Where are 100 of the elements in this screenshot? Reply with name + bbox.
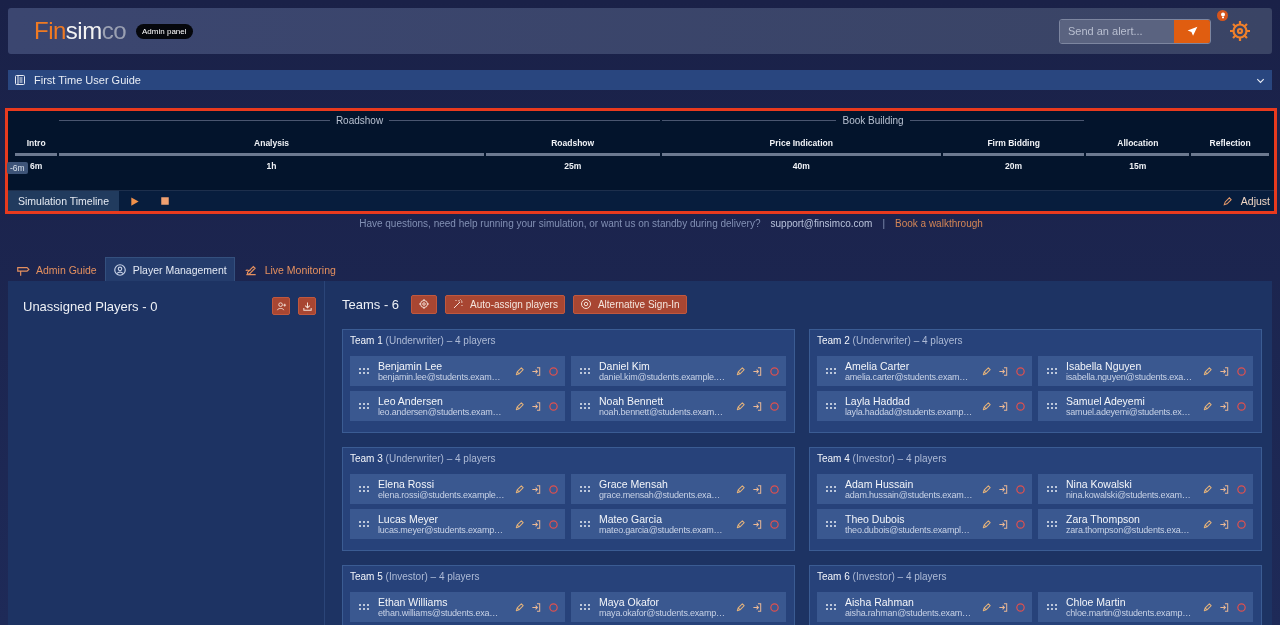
pencil-icon[interactable]	[981, 483, 992, 495]
drag-handle-icon[interactable]	[825, 518, 837, 530]
drag-handle-icon[interactable]	[1046, 601, 1058, 613]
sign-in-icon[interactable]	[1219, 483, 1230, 495]
logo[interactable]: Finsimco	[34, 17, 127, 45]
sign-in-icon[interactable]	[531, 518, 542, 530]
drag-handle-icon[interactable]	[1046, 483, 1058, 495]
player-card[interactable]: Noah Bennett noah.bennett@students.exam…	[571, 391, 786, 421]
sign-in-icon[interactable]	[752, 601, 763, 613]
drag-handle-icon[interactable]	[358, 365, 370, 377]
pencil-icon[interactable]	[514, 365, 525, 377]
pencil-icon[interactable]	[735, 483, 746, 495]
player-card[interactable]: Maya Okafor maya.okafor@students.examp…	[571, 592, 786, 622]
drag-handle-icon[interactable]	[579, 483, 591, 495]
pencil-icon[interactable]	[1202, 518, 1213, 530]
player-card[interactable]: Mateo Garcia mateo.garcia@students.exam…	[571, 509, 786, 539]
stop-button[interactable]	[160, 196, 171, 206]
pencil-icon[interactable]	[514, 601, 525, 613]
support-email[interactable]: support@finsimco.com	[770, 218, 873, 230]
pencil-icon[interactable]	[514, 400, 525, 412]
sign-in-icon[interactable]	[531, 400, 542, 412]
team-settings-button[interactable]	[411, 294, 438, 314]
add-player-button[interactable]	[272, 297, 290, 315]
sign-in-icon[interactable]	[1219, 365, 1230, 377]
player-card[interactable]: Daniel Kim daniel.kim@students.example.…	[571, 356, 786, 386]
drag-handle-icon[interactable]	[1046, 400, 1058, 412]
pencil-icon[interactable]	[735, 601, 746, 613]
drag-handle-icon[interactable]	[825, 365, 837, 377]
player-card[interactable]: Leo Andersen leo.andersen@students.exam…	[350, 391, 565, 421]
drag-handle-icon[interactable]	[579, 365, 591, 377]
player-card[interactable]: Amelia Carter amelia.carter@students.exam…	[817, 356, 1032, 386]
sign-in-icon[interactable]	[1219, 518, 1230, 530]
player-card[interactable]: Chloe Martin chloe.martin@students.examp…	[1038, 592, 1253, 622]
drag-handle-icon[interactable]	[1046, 365, 1058, 377]
pencil-icon[interactable]	[735, 518, 746, 530]
sign-in-icon[interactable]	[752, 365, 763, 377]
sign-in-icon[interactable]	[1219, 400, 1230, 412]
pencil-icon[interactable]	[981, 518, 992, 530]
sign-in-icon[interactable]	[531, 365, 542, 377]
sign-in-icon[interactable]	[998, 601, 1009, 613]
sign-in-icon[interactable]	[752, 400, 763, 412]
drag-handle-icon[interactable]	[825, 483, 837, 495]
pencil-icon[interactable]	[735, 365, 746, 377]
player-card[interactable]: Elena Rossi elena.rossi@students.example…	[350, 474, 565, 504]
user-guide-bar[interactable]: First Time User Guide	[8, 70, 1272, 90]
adjust-button[interactable]: Adjust	[1221, 195, 1274, 207]
player-card[interactable]: Nina Kowalski nina.kowalski@students.exam…	[1038, 474, 1253, 504]
drag-handle-icon[interactable]	[358, 601, 370, 613]
drag-handle-icon[interactable]	[358, 483, 370, 495]
player-card[interactable]: Grace Mensah grace.mensah@students.exa…	[571, 474, 786, 504]
drag-handle-icon[interactable]	[358, 518, 370, 530]
drag-handle-icon[interactable]	[579, 601, 591, 613]
player-card[interactable]: Aisha Rahman aisha.rahman@students.exam…	[817, 592, 1032, 622]
pencil-icon[interactable]	[981, 365, 992, 377]
drag-handle-icon[interactable]	[579, 400, 591, 412]
sign-in-icon[interactable]	[998, 365, 1009, 377]
drag-handle-icon[interactable]	[358, 400, 370, 412]
pencil-icon[interactable]	[1202, 365, 1213, 377]
sign-in-icon[interactable]	[752, 483, 763, 495]
play-button[interactable]	[129, 195, 141, 207]
pencil-icon[interactable]	[1202, 483, 1213, 495]
sign-in-button[interactable]: Alternative Sign-In	[572, 294, 687, 314]
player-card[interactable]: Isabella Nguyen isabella.nguyen@students.exa…	[1038, 356, 1253, 386]
player-card[interactable]: Zara Thompson zara.thompson@students.exa…	[1038, 509, 1253, 539]
pencil-icon[interactable]	[981, 400, 992, 412]
sign-in-icon[interactable]	[752, 518, 763, 530]
auto-assign-button[interactable]: Auto-assign players	[445, 294, 565, 314]
tab[interactable]: Player Management	[104, 257, 235, 281]
sign-in-icon[interactable]	[1219, 601, 1230, 613]
download-button[interactable]	[298, 297, 316, 315]
pencil-icon[interactable]	[1202, 400, 1213, 412]
player-card[interactable]: Layla Haddad layla.haddad@students.examp…	[817, 391, 1032, 421]
player-email: daniel.kim@students.example.…	[599, 371, 726, 383]
pencil-icon[interactable]	[735, 400, 746, 412]
pencil-icon[interactable]	[514, 518, 525, 530]
tab[interactable]: Admin Guide	[8, 257, 105, 281]
sign-in-icon[interactable]	[998, 400, 1009, 412]
player-card[interactable]: Ethan Williams ethan.williams@students.exa…	[350, 592, 565, 622]
sign-in-icon[interactable]	[998, 483, 1009, 495]
drag-handle-icon[interactable]	[825, 601, 837, 613]
walkthrough-link[interactable]: Book a walkthrough	[895, 218, 983, 230]
player-card[interactable]: Adam Hussain adam.hussain@students.exam…	[817, 474, 1032, 504]
alert-field[interactable]: Send an alert...	[1059, 18, 1211, 44]
drag-handle-icon[interactable]	[579, 518, 591, 530]
player-card[interactable]: Benjamin Lee benjamin.lee@students.exam…	[350, 356, 565, 386]
sign-in-icon[interactable]	[531, 483, 542, 495]
pencil-icon[interactable]	[514, 483, 525, 495]
sign-in-icon[interactable]	[531, 601, 542, 613]
drag-handle-icon[interactable]	[825, 400, 837, 412]
pencil-icon[interactable]	[1202, 601, 1213, 613]
settings-icon[interactable]	[1228, 19, 1252, 43]
player-card[interactable]: Lucas Meyer lucas.meyer@students.examp…	[350, 509, 565, 539]
player-card[interactable]: Samuel Adeyemi samuel.adeyemi@students.ex…	[1038, 391, 1253, 421]
drag-handle-icon[interactable]	[1046, 518, 1058, 530]
tab[interactable]: Live Monitoring	[234, 257, 344, 281]
send-button[interactable]	[1174, 19, 1210, 43]
sign-in-icon[interactable]	[998, 518, 1009, 530]
pencil-icon[interactable]	[981, 601, 992, 613]
player-card[interactable]: Theo Dubois theo.dubois@students.exampl…	[817, 509, 1032, 539]
lightbulb-icon[interactable]	[1217, 10, 1228, 21]
